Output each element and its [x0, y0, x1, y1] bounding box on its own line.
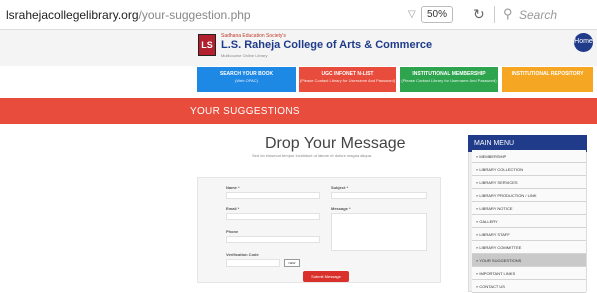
search-icon: ⚲ — [503, 6, 513, 21]
reload-icon[interactable]: ↻ — [473, 6, 485, 23]
site-subtitle: Multicourse Online Library — [221, 53, 268, 58]
form-subheading: Sed do eiusmod tempor incididunt ut labo… — [252, 153, 373, 158]
home-button[interactable]: Home — [574, 33, 593, 52]
sidebar-item-library-committee[interactable]: » LIBRARY COMMITTEE — [472, 241, 586, 254]
message-textarea[interactable] — [331, 213, 427, 251]
email-field[interactable] — [226, 213, 320, 220]
submit-button[interactable]: Submit Message — [303, 271, 349, 282]
sidebar-item-contact-us[interactable]: » CONTACT US — [472, 280, 586, 293]
sidebar-item-your-suggestions[interactable]: » YOUR SUGGESTIONS — [472, 254, 586, 267]
page-title: YOUR SUGGESTIONS — [190, 106, 300, 117]
quick-link-sub: (Please Contact Library for Username And… — [299, 78, 396, 83]
college-name[interactable]: L.S. Raheja College of Arts & Commerce — [221, 39, 432, 51]
browser-toolbar: lsrahejacollegelibrary.org/your-suggesti… — [0, 0, 597, 30]
message-label: Message * — [331, 206, 351, 211]
name-label: Name * — [226, 185, 240, 190]
subject-label: Subject * — [331, 185, 349, 190]
sidebar-item-library-collection[interactable]: » LIBRARY COLLECTION — [472, 163, 586, 176]
quick-link-institutional-membership[interactable]: INSTITUTIONAL MEMBERSHIP (Please Contact… — [400, 67, 498, 92]
sidebar-menu: » MEMBERSHIP » LIBRARY COLLECTION » LIBR… — [472, 150, 586, 293]
browser-search-field[interactable]: ⚲ Search — [503, 6, 593, 24]
zoom-level[interactable]: 50% — [421, 6, 453, 23]
quick-link-ugc-infonet[interactable]: UGC INFONET N-LIST (Please Contact Libra… — [299, 67, 396, 92]
name-field[interactable] — [226, 192, 320, 199]
sidebar-item-gallery[interactable]: » GALLERY — [472, 215, 586, 228]
phone-label: Phone — [226, 229, 239, 234]
college-logo[interactable]: LS — [198, 34, 216, 56]
quick-link-sub: (Web OPAC) — [235, 78, 258, 83]
dropdown-icon[interactable]: ▽ — [408, 9, 416, 20]
sidebar-item-library-services[interactable]: » LIBRARY SERVICES — [472, 176, 586, 189]
quick-link-label: INSTITUTIONAL MEMBERSHIP — [412, 71, 486, 77]
captcha-refresh-button[interactable]: NEW — [284, 259, 300, 267]
sidebar-item-membership[interactable]: » MEMBERSHIP — [472, 150, 586, 163]
verification-field[interactable] — [226, 259, 280, 267]
address-bar[interactable]: lsrahejacollegelibrary.org/your-suggesti… — [6, 8, 251, 22]
phone-field[interactable] — [226, 236, 320, 243]
search-placeholder: Search — [519, 8, 558, 22]
sidebar-item-library-production[interactable]: » LIBRARY PRODUCTION / LINK — [472, 189, 586, 202]
quick-link-label: INSTITUTIONAL REPOSITORY — [511, 71, 584, 77]
url-path: /your-suggestion.php — [138, 8, 251, 22]
verification-label: Verification Code — [226, 252, 259, 257]
form-heading: Drop Your Message — [265, 135, 406, 152]
url-host: lsrahejacollegelibrary.org — [6, 8, 139, 22]
email-label: Email * — [226, 206, 240, 211]
toolbar-divider — [494, 6, 495, 23]
subject-field[interactable] — [331, 192, 427, 199]
quick-link-sub: (Please Contact Library for Username And… — [401, 78, 497, 83]
sidebar-item-library-staff[interactable]: » LIBRARY STAFF — [472, 228, 586, 241]
quick-link-search-book[interactable]: SEARCH YOUR BOOK (Web OPAC) — [197, 67, 296, 92]
quick-link-institutional-repository[interactable]: INSTITUTIONAL REPOSITORY — [502, 67, 593, 92]
sidebar-item-important-links[interactable]: » IMPORTANT LINKS — [472, 267, 586, 280]
quick-link-label: UGC INFONET N-LIST — [321, 71, 374, 77]
sidebar-item-library-notice[interactable]: » LIBRARY NOTICE — [472, 202, 586, 215]
quick-link-label: SEARCH YOUR BOOK — [219, 71, 274, 77]
